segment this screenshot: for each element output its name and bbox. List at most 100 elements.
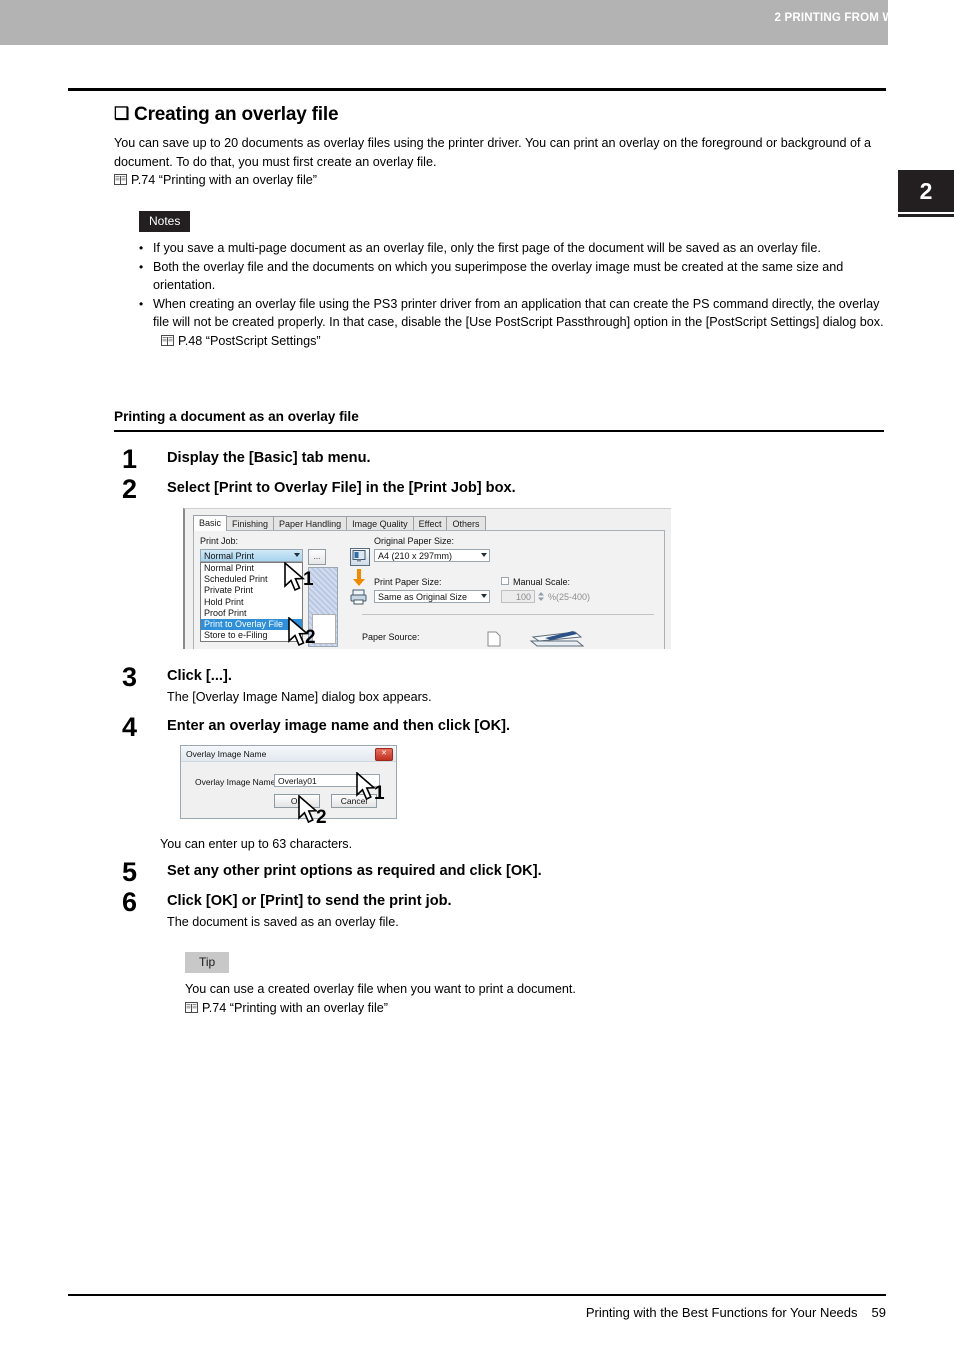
dialog-title: Overlay Image Name xyxy=(186,749,267,759)
tip-label: Tip xyxy=(185,952,230,973)
tip-xref: P.74 “Printing with an overlay file” xyxy=(185,999,885,1018)
ok-button[interactable]: OK xyxy=(274,794,320,808)
panel-divider xyxy=(362,614,654,615)
manual-scale-checkbox[interactable] xyxy=(501,577,509,585)
overlay-image-name-label: Overlay Image Name: xyxy=(195,777,278,787)
step-title: Click [OK] or [Print] to send the print … xyxy=(167,893,452,909)
tab-image-quality[interactable]: Image Quality xyxy=(346,516,414,531)
step-subtext: The [Overlay Image Name] dialog box appe… xyxy=(167,690,432,704)
step-number: 1 xyxy=(122,444,138,474)
notes-body: • If you save a multi-page document as a… xyxy=(139,239,884,350)
book-icon xyxy=(114,174,127,185)
section-bullet-icon: ❑ xyxy=(114,104,130,123)
section-heading-text: Creating an overlay file xyxy=(134,104,339,125)
print-job-combo-value: Normal Print xyxy=(204,551,255,561)
bullet-glyph: • xyxy=(139,296,144,311)
step-number: 5 xyxy=(122,857,138,887)
bullet-glyph: • xyxy=(139,259,144,274)
tab-others[interactable]: Others xyxy=(446,516,486,531)
tip-body: You can use a created overlay file when … xyxy=(185,980,885,1017)
monitor-icon xyxy=(350,548,370,566)
page-title: ❑ Creating an overlay file xyxy=(114,104,339,126)
chevron-down-icon xyxy=(294,553,300,557)
tab-paper-handling[interactable]: Paper Handling xyxy=(273,516,348,531)
chevron-down-icon xyxy=(481,594,487,598)
chapter-tab-number: 2 xyxy=(919,177,933,204)
overlay-name-browse-button[interactable]: ... xyxy=(308,549,326,565)
char-limit-note: You can enter up to 63 characters. xyxy=(160,837,353,851)
original-paper-size-label: Original Paper Size: xyxy=(374,536,455,546)
print-job-label: Print Job: xyxy=(200,536,239,546)
manual-scale-input[interactable]: 100 xyxy=(501,590,535,603)
manual-scale-label: Manual Scale: xyxy=(513,577,571,587)
footer-rule xyxy=(68,1294,886,1296)
dropdown-option-normal-print[interactable]: Normal Print xyxy=(201,563,302,574)
document-page: 2 PRINTING FROM WINDOWS 2 ❑ Creating an o… xyxy=(0,0,954,1351)
paper-source-label: Paper Source: xyxy=(362,632,420,642)
print-paper-size-combo[interactable]: Same as Original Size xyxy=(374,590,490,603)
tip-text: You can use a created overlay file when … xyxy=(185,982,576,996)
intro-xref: P.74 “Printing with an overlay file” xyxy=(114,171,884,190)
notes-label: Notes xyxy=(139,211,191,232)
book-icon xyxy=(185,1001,198,1013)
tray-icon xyxy=(527,628,585,648)
footer-title: Printing with the Best Functions for You… xyxy=(585,1305,858,1320)
notes-item-text: When creating an overlay file using the … xyxy=(153,296,884,330)
callout-number-1-driver: 1 xyxy=(303,569,314,590)
tab-basic[interactable]: Basic xyxy=(193,515,228,531)
bullet-glyph: • xyxy=(139,241,144,255)
driver-tab-bar: Basic Finishing Paper Handling Image Qua… xyxy=(193,515,486,531)
tab-finishing[interactable]: Finishing xyxy=(226,516,275,531)
callout-number-1-overlay: 1 xyxy=(374,783,385,804)
original-paper-size-combo[interactable]: A4 (210 x 297mm) xyxy=(374,549,490,562)
print-job-combo[interactable]: Normal Print xyxy=(200,549,303,562)
header-band xyxy=(0,0,888,45)
callout-number-2-driver: 2 xyxy=(305,627,316,648)
running-header-title: 2 PRINTING FROM WINDOWS xyxy=(774,12,942,24)
step-subtext: The document is saved as an overlay file… xyxy=(167,915,399,929)
print-paper-size-label: Print Paper Size: xyxy=(374,577,442,587)
chevron-down-icon xyxy=(481,553,487,557)
callout-number-2-overlay: 2 xyxy=(316,807,327,828)
step-title: Display the [Basic] tab menu. xyxy=(167,450,371,466)
notes-item: • When creating an overlay file using th… xyxy=(139,295,884,332)
step-title: Select [Print to Overlay File] in the [P… xyxy=(167,480,516,496)
print-paper-size-value: Same as Original Size xyxy=(378,592,468,602)
printer-icon xyxy=(350,589,368,605)
cancel-button[interactable]: Cancel xyxy=(331,794,377,808)
step-title: Set any other print options as required … xyxy=(167,863,542,879)
page-number: 59 xyxy=(871,1305,886,1320)
notes-item: • Both the overlay file and the document… xyxy=(139,258,884,295)
print-job-dropdown-list[interactable]: Normal Print Scheduled Print Private Pri… xyxy=(200,562,303,643)
intro-xref-text: P.74 “Printing with an overlay file” xyxy=(131,173,317,187)
procedure-heading: Printing a document as an overlay file xyxy=(114,409,359,424)
spinner-arrows-icon[interactable] xyxy=(537,591,545,602)
dropdown-option-print-to-overlay-file[interactable]: Print to Overlay File xyxy=(201,619,302,631)
close-icon[interactable]: ✕ xyxy=(375,748,393,761)
dropdown-option-hold-print[interactable]: Hold Print xyxy=(201,597,302,608)
overlay-image-name-dialog-screenshot: Overlay Image Name ✕ Overlay Image Name:… xyxy=(180,745,397,819)
intro-block: You can save up to 20 documents as overl… xyxy=(114,134,884,190)
notes-item-text: Both the overlay file and the documents … xyxy=(153,259,844,293)
dropdown-option-proof-print[interactable]: Proof Print xyxy=(201,608,302,619)
book-icon xyxy=(161,334,174,346)
notes-xref: P.48 “PostScript Settings” xyxy=(139,332,884,351)
down-arrow-icon xyxy=(353,569,365,587)
dropdown-option-scheduled-print[interactable]: Scheduled Print xyxy=(201,574,302,585)
tip-xref-text: P.74 “Printing with an overlay file” xyxy=(202,1000,388,1015)
procedure-heading-rule xyxy=(114,430,884,432)
printer-driver-dialog-screenshot: Basic Finishing Paper Handling Image Qua… xyxy=(183,508,671,649)
dropdown-option-store-to-efiling[interactable]: Store to e-Filing xyxy=(201,630,302,641)
chapter-tab-rule xyxy=(898,214,954,217)
step-number: 2 xyxy=(122,474,138,504)
dropdown-option-private-print[interactable]: Private Print xyxy=(201,585,302,596)
intro-paragraph: You can save up to 20 documents as overl… xyxy=(114,136,872,169)
paper-sheet-icon xyxy=(487,631,501,647)
overlay-image-name-input[interactable]: Overlay01 xyxy=(274,774,380,787)
footer: Printing with the Best Functions for You… xyxy=(586,1305,886,1320)
section-top-rule xyxy=(68,88,886,91)
preview-sheet xyxy=(312,614,336,644)
manual-scale-unit: %(25-400) xyxy=(548,592,591,602)
step-number: 6 xyxy=(122,887,138,917)
tab-effect[interactable]: Effect xyxy=(412,516,448,531)
